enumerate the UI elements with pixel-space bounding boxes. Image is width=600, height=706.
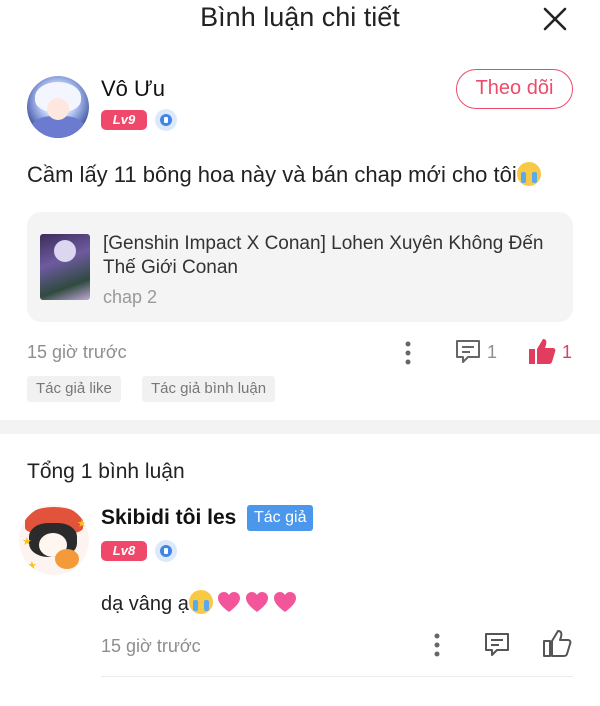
pink-heart-icon [245, 592, 268, 612]
crying-emoji-icon [516, 162, 541, 186]
close-icon[interactable] [540, 4, 570, 34]
story-title: [Genshin Impact X Conan] Lohen Xuyên Khô… [103, 233, 544, 278]
reply-body: dạ vâng ạ [101, 593, 189, 615]
reply-more-options-icon[interactable] [427, 632, 447, 658]
timestamp: 15 giờ trước [27, 342, 127, 362]
username[interactable]: Vô Ưu [101, 76, 165, 102]
reply-like-icon[interactable] [542, 629, 572, 657]
reply-vip-diamond-icon [155, 540, 177, 562]
reply-username[interactable]: Skibidi tôi les [101, 506, 236, 530]
page-title: Bình luận chi tiết [200, 2, 400, 32]
reply-timestamp: 15 giờ trước [101, 636, 201, 656]
more-options-icon[interactable] [398, 340, 418, 366]
like-filled-icon[interactable] [527, 337, 557, 365]
reply-text: dạ vâng ạ [101, 590, 297, 616]
follow-button[interactable]: Theo dõi [456, 69, 573, 109]
reply-comment-icon[interactable] [483, 631, 511, 657]
tag-author-commented: Tác giả bình luận [142, 376, 276, 402]
section-divider [0, 420, 600, 434]
story-card[interactable]: [Genshin Impact X Conan] Lohen Xuyên Khô… [27, 212, 573, 322]
pink-heart-icon [217, 592, 240, 612]
reply-level-badge: Lv8 [101, 541, 147, 561]
comment-body: Cầm lấy 11 bông hoa này và bán chap mới … [27, 162, 517, 187]
header-bar: Bình luận chi tiết [0, 0, 600, 44]
list-divider [101, 676, 573, 677]
story-chapter: chap 2 [103, 287, 158, 307]
author-badge: Tác giả [247, 505, 314, 531]
avatar[interactable] [27, 76, 89, 138]
reply-avatar[interactable]: ★ ★ ★ [19, 505, 89, 575]
pink-heart-icon [273, 592, 296, 612]
story-cover-image [40, 234, 90, 300]
total-comments-label: Tổng 1 bình luận [27, 460, 185, 483]
level-badge: Lv9 [101, 110, 147, 130]
vip-diamond-icon [155, 109, 177, 131]
crying-emoji-icon [188, 590, 213, 614]
comment-text: Cầm lấy 11 bông hoa này và bán chap mới … [27, 162, 541, 188]
comment-count: 1 [487, 342, 498, 362]
tag-author-liked: Tác giả like [27, 376, 121, 402]
comment-icon[interactable] [454, 338, 482, 364]
like-count: 1 [562, 342, 573, 362]
